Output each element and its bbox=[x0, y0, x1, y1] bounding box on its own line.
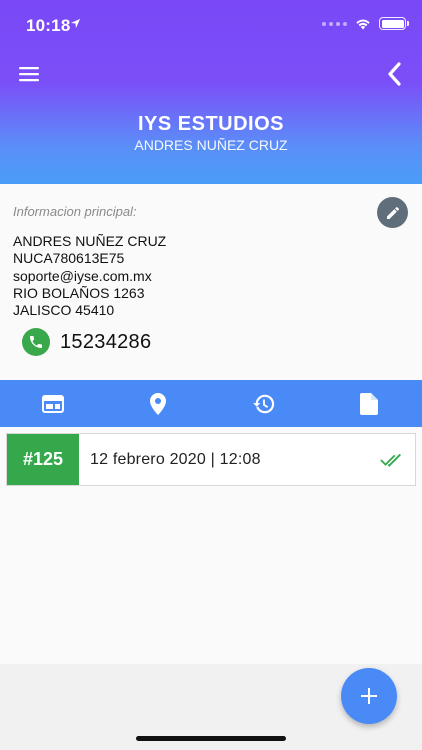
page-title: IYS ESTUDIOS bbox=[137, 113, 285, 135]
app-header: 10:18 IYS ESTUDIOS ANDRES NUÑEZ CRUZ bbox=[0, 0, 422, 184]
phone-number[interactable]: 15234286 bbox=[60, 331, 151, 354]
row-date: 12 febrero 2020 | 12:08 bbox=[90, 450, 261, 468]
edit-button[interactable] bbox=[377, 197, 408, 228]
pencil-icon bbox=[386, 206, 399, 219]
double-check-icon bbox=[369, 434, 415, 485]
tab-document[interactable] bbox=[317, 380, 422, 427]
back-chevron-icon[interactable] bbox=[384, 60, 406, 88]
status-time: 10:18 bbox=[26, 16, 71, 35]
phone-glyph-icon bbox=[30, 336, 42, 348]
info-state-zip: JALISCO 45410 bbox=[13, 302, 115, 319]
status-right bbox=[322, 17, 409, 30]
row-id: #125 bbox=[7, 434, 79, 485]
info-email: soporte@iyse.com.mx bbox=[13, 267, 152, 284]
location-arrow-icon bbox=[70, 18, 81, 29]
signal-icon bbox=[322, 21, 347, 26]
tab-history[interactable] bbox=[211, 380, 317, 427]
list-item[interactable]: #125 12 febrero 2020 | 12:08 bbox=[6, 433, 416, 486]
info-details: ANDRES NUÑEZ CRUZ NUCA780613E75 soporte@… bbox=[13, 233, 166, 319]
history-icon bbox=[252, 394, 274, 413]
card-icon bbox=[41, 394, 64, 413]
page-subtitle: ANDRES NUÑEZ CRUZ bbox=[134, 137, 288, 153]
tab-card[interactable] bbox=[0, 380, 106, 427]
document-icon bbox=[360, 392, 379, 415]
location-pin-icon bbox=[150, 392, 167, 415]
info-label: Informacion principal: bbox=[13, 204, 137, 219]
info-street: RIO BOLAÑOS 1263 bbox=[13, 284, 145, 301]
wifi-icon bbox=[356, 19, 370, 29]
info-rfc: NUCA780613E75 bbox=[13, 250, 125, 267]
status-bar: 10:18 bbox=[0, 0, 422, 50]
info-name: ANDRES NUÑEZ CRUZ bbox=[13, 233, 167, 249]
tab-location[interactable] bbox=[106, 380, 212, 427]
battery-icon bbox=[379, 17, 409, 30]
plus-icon bbox=[361, 688, 377, 704]
menu-icon[interactable] bbox=[18, 64, 40, 84]
phone-row[interactable]: 15234286 bbox=[22, 328, 151, 356]
tab-bar bbox=[0, 380, 422, 427]
home-indicator bbox=[136, 736, 286, 741]
add-button[interactable] bbox=[341, 668, 397, 724]
phone-icon[interactable] bbox=[22, 328, 50, 356]
